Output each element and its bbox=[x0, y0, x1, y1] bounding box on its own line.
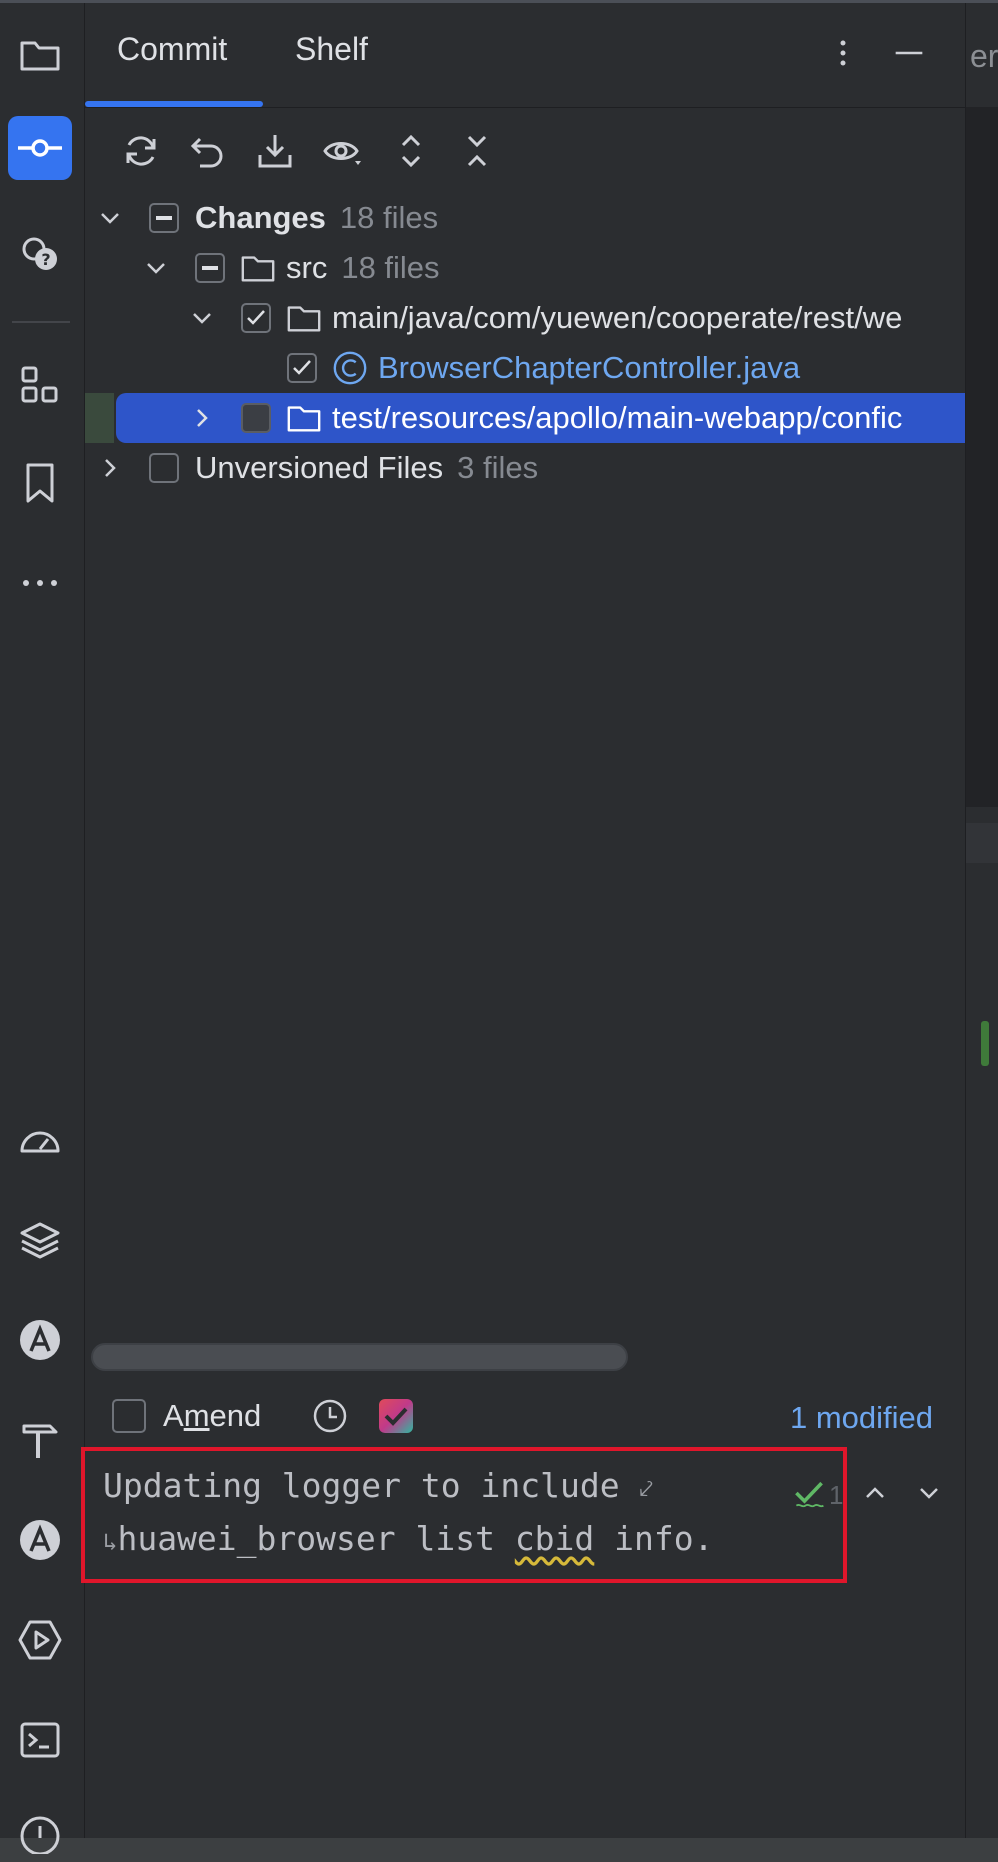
inspection-ok-icon[interactable] bbox=[789, 1473, 829, 1513]
change-gutter-marker bbox=[85, 393, 114, 443]
folder-icon bbox=[238, 243, 278, 293]
amend-label-prefix: A bbox=[163, 1398, 184, 1433]
previous-problem-icon[interactable] bbox=[855, 1473, 895, 1513]
history-clock-icon[interactable] bbox=[305, 1391, 355, 1441]
editor-edge: er bbox=[965, 3, 998, 1838]
soft-wrap-continue-icon: ↳ bbox=[103, 1528, 118, 1556]
adjacent-tab-fragment: er bbox=[970, 37, 998, 74]
modified-count-link[interactable]: 1 modified bbox=[790, 1393, 933, 1443]
editor-edge-highlight bbox=[966, 823, 998, 863]
tree-row-src[interactable]: src 18 files bbox=[85, 243, 965, 293]
terminal-icon[interactable] bbox=[8, 1708, 72, 1772]
java-class-icon bbox=[330, 343, 370, 393]
tree-row-main-path[interactable]: main/java/com/yuewen/cooperate/rest/we bbox=[85, 293, 965, 343]
chevron-right-icon[interactable] bbox=[189, 393, 215, 443]
src-checkbox[interactable] bbox=[193, 243, 227, 293]
build-icon[interactable] bbox=[8, 1408, 72, 1472]
chevron-down-icon[interactable] bbox=[143, 243, 169, 293]
run-icon[interactable] bbox=[8, 1608, 72, 1672]
amend-checkbox[interactable] bbox=[111, 1391, 147, 1441]
folder-icon bbox=[284, 293, 324, 343]
editor-edge-panel bbox=[966, 107, 998, 807]
profiler-icon[interactable] bbox=[8, 1109, 72, 1173]
project-folder-icon[interactable] bbox=[8, 23, 72, 87]
src-count: 18 files bbox=[341, 250, 440, 285]
horizontal-scrollbar[interactable] bbox=[91, 1343, 628, 1371]
main-path-checkbox[interactable] bbox=[239, 293, 273, 343]
commit-checks-icon[interactable] bbox=[371, 1391, 421, 1441]
ai-assistant-icon[interactable] bbox=[8, 1308, 72, 1372]
changes-toolbar bbox=[85, 111, 965, 191]
file-checkbox[interactable] bbox=[285, 343, 319, 393]
structure-icon[interactable] bbox=[8, 353, 72, 417]
commit-tool-window: Commit Shelf Changes 18 files src 18 fil… bbox=[81, 3, 965, 1838]
copilot-chat-icon[interactable]: ? bbox=[8, 221, 72, 285]
commit-message-line2: huawei_browser list bbox=[117, 1519, 515, 1558]
ai-icon[interactable] bbox=[8, 1508, 72, 1572]
test-path-label: test/resources/apollo/main-webapp/confic bbox=[332, 400, 903, 435]
collapse-all-icon[interactable] bbox=[451, 125, 503, 177]
spelling-warning-word: cbid bbox=[514, 1519, 595, 1558]
chevron-down-icon[interactable] bbox=[97, 193, 123, 243]
unversioned-checkbox[interactable] bbox=[147, 443, 181, 493]
amend-label-suffix: end bbox=[209, 1398, 262, 1433]
changes-count: 18 files bbox=[339, 200, 439, 235]
tree-row-file[interactable]: BrowserChapterController.java bbox=[85, 343, 965, 393]
inspection-count: 1 bbox=[829, 1479, 844, 1510]
next-problem-icon[interactable] bbox=[909, 1473, 949, 1513]
strip-separator bbox=[12, 321, 70, 323]
unversioned-count: 3 files bbox=[457, 450, 539, 485]
more-icon[interactable] bbox=[8, 551, 72, 615]
refresh-icon[interactable] bbox=[115, 125, 167, 177]
layers-icon[interactable] bbox=[8, 1208, 72, 1272]
options-icon[interactable] bbox=[819, 29, 867, 77]
chevron-right-icon[interactable] bbox=[97, 443, 123, 493]
rollback-icon[interactable] bbox=[182, 125, 234, 177]
tab-bar: Commit Shelf bbox=[85, 3, 965, 108]
tab-commit[interactable]: Commit bbox=[117, 31, 227, 68]
expand-all-icon[interactable] bbox=[385, 125, 437, 177]
commit-message-field[interactable]: Updating logger to include ⤦ ↳huawei_bro… bbox=[103, 1461, 714, 1567]
file-label: BrowserChapterController.java bbox=[378, 350, 801, 385]
commit-message-line1: Updating logger to include bbox=[103, 1466, 640, 1505]
changes-label: Changes bbox=[195, 200, 326, 235]
main-path-label: main/java/com/yuewen/cooperate/rest/we bbox=[332, 300, 903, 335]
tree-row-changes[interactable]: Changes 18 files bbox=[85, 193, 965, 243]
amend-label[interactable]: Am end bbox=[163, 1391, 261, 1441]
left-toolbar: ? bbox=[0, 3, 85, 1854]
tab-shelf[interactable]: Shelf bbox=[295, 31, 368, 68]
bookmark-icon[interactable] bbox=[8, 451, 72, 515]
svg-text:?: ? bbox=[41, 250, 50, 269]
src-label: src bbox=[286, 250, 328, 285]
soft-wrap-icon: ⤦ bbox=[639, 1475, 653, 1503]
minimize-icon[interactable] bbox=[885, 29, 933, 77]
test-path-checkbox[interactable] bbox=[239, 393, 273, 443]
unversioned-label: Unversioned Files bbox=[195, 450, 444, 485]
commit-icon[interactable] bbox=[8, 116, 72, 180]
chevron-down-icon[interactable] bbox=[189, 293, 215, 343]
problems-icon[interactable] bbox=[8, 1798, 72, 1862]
commit-message-line2-end: info. bbox=[594, 1519, 714, 1558]
tree-row-unversioned[interactable]: Unversioned Files 3 files bbox=[85, 443, 965, 493]
update-icon[interactable] bbox=[249, 125, 301, 177]
commit-options-row: Am end 1 modified bbox=[85, 1388, 965, 1444]
tree-row-test-path[interactable]: test/resources/apollo/main-webapp/confic bbox=[85, 393, 965, 443]
folder-icon bbox=[284, 393, 324, 443]
changes-checkbox[interactable] bbox=[147, 193, 181, 243]
view-options-icon[interactable] bbox=[317, 125, 369, 177]
active-tab-indicator bbox=[85, 101, 263, 107]
change-marker bbox=[981, 1021, 989, 1066]
amend-label-mnemonic: m bbox=[183, 1398, 210, 1433]
